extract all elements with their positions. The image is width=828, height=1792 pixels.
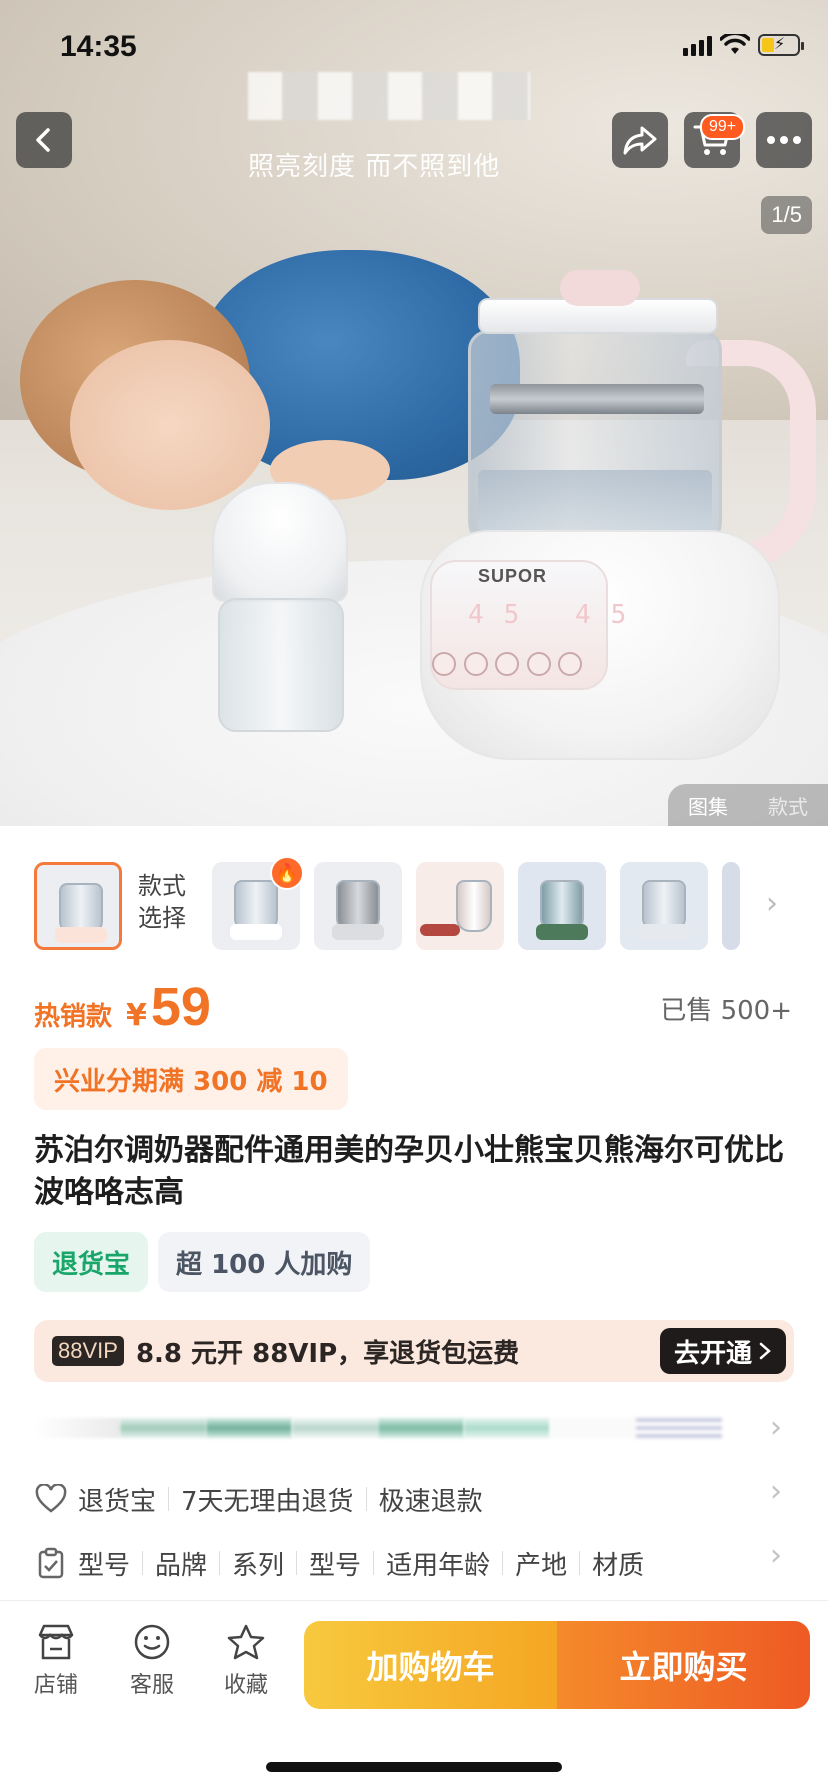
currency-symbol: ¥ <box>126 998 147 1033</box>
image-page-counter: 1/5 <box>761 196 812 234</box>
hero-subtitle: 照亮刻度 而不照到他 <box>248 152 501 182</box>
param-origin: 产地 <box>515 1550 568 1581</box>
purchase-buttons: 加购物车 立即购买 <box>304 1621 810 1709</box>
kettle-lid-knob <box>560 270 640 306</box>
blurred-info-row[interactable] <box>34 1410 724 1446</box>
service-item-return-guarantee: 退货宝 <box>78 1486 157 1517</box>
more-button[interactable] <box>756 112 812 168</box>
battery-icon: ⚡ <box>758 34 804 56</box>
wifi-icon <box>720 34 750 54</box>
service-row[interactable]: 退货宝 7天无理由退货 极速退款 <box>34 1474 794 1524</box>
panel-buttons <box>432 652 582 682</box>
chevron-right-icon[interactable]: › <box>770 1538 782 1573</box>
style-thumb-5[interactable] <box>518 862 606 950</box>
chevron-right-icon[interactable]: › <box>770 1474 782 1509</box>
product-title: 苏泊尔调奶器配件通用美的孕贝小壮熊宝贝熊海尔可优比波咯咯志高 <box>34 1133 784 1210</box>
param-material: 材质 <box>592 1550 645 1581</box>
home-indicator <box>266 1762 562 1772</box>
chevron-left-icon <box>36 128 50 152</box>
param-age: 适用年龄 <box>386 1550 491 1581</box>
sold-count: 已售 500+ <box>660 996 792 1026</box>
panel-display: 45 45 <box>468 600 647 630</box>
hot-flame-icon: 🔥 <box>270 856 304 890</box>
style-thumb-4[interactable] <box>416 862 504 950</box>
chevron-right-icon[interactable]: › <box>770 1410 782 1445</box>
customer-service-button[interactable]: 客服 <box>112 1623 192 1699</box>
signal-icon <box>683 34 712 56</box>
heart-icon <box>34 1482 68 1516</box>
chat-face-icon <box>134 1624 170 1660</box>
chevron-right-icon[interactable]: › <box>766 886 778 921</box>
bottle-cap <box>212 482 348 602</box>
param-brand: 品牌 <box>155 1550 208 1581</box>
vip-banner[interactable]: 88VIP 8.8 元开 88VIP，享退货包运费 去开通 <box>34 1320 794 1382</box>
back-button[interactable] <box>16 112 72 168</box>
product-tags: 退货宝 超 100 人加购 <box>34 1232 371 1292</box>
baby-face <box>70 340 270 510</box>
style-thumb-1[interactable] <box>34 862 122 950</box>
param-model-2: 型号 <box>309 1550 362 1581</box>
param-model: 型号 <box>78 1550 131 1581</box>
style-selector: 款式 选择 🔥 › <box>0 850 828 950</box>
return-guarantee-tag: 退货宝 <box>34 1232 149 1292</box>
service-item-fast-refund: 极速退款 <box>378 1486 483 1517</box>
status-time: 14:35 <box>60 30 137 63</box>
bottle-body <box>218 598 344 732</box>
brand-logo: SUPOR <box>478 566 548 586</box>
cart-badge: 99+ <box>700 114 746 140</box>
vip-activate-button[interactable]: 去开通 <box>659 1328 786 1374</box>
installment-promo[interactable]: 兴业分期满 300 减 10 <box>34 1048 348 1110</box>
style-thumb-3[interactable] <box>314 862 402 950</box>
tab-styles[interactable]: 款式 <box>768 791 808 820</box>
params-row[interactable]: 型号 品牌 系列 型号 适用年龄 产地 材质 <box>34 1538 794 1588</box>
store-icon <box>38 1624 74 1660</box>
param-series: 系列 <box>232 1550 285 1581</box>
buy-now-button[interactable]: 立即购买 <box>557 1621 810 1709</box>
view-tabs: 图集 款式 <box>668 784 828 826</box>
chevron-right-icon <box>759 1342 771 1360</box>
clipboard-icon <box>34 1546 68 1580</box>
style-thumb-7[interactable] <box>722 862 740 950</box>
favorite-button[interactable]: 收藏 <box>206 1623 286 1699</box>
status-icons: ⚡ <box>683 34 804 56</box>
vip-badge: 88VIP <box>52 1336 124 1366</box>
vip-text: 8.8 元开 88VIP，享退货包运费 <box>135 1338 520 1369</box>
price-value: 59 <box>150 977 211 1037</box>
store-button[interactable]: 店铺 <box>16 1623 96 1699</box>
share-icon <box>623 126 657 155</box>
share-button[interactable] <box>612 112 668 168</box>
tab-gallery[interactable]: 图集 <box>688 791 728 820</box>
more-icon <box>767 136 801 144</box>
style-select-label[interactable]: 款式 选择 <box>138 870 186 934</box>
blurred-title <box>248 72 530 120</box>
cart-count-tag: 超 100 人加购 <box>158 1232 371 1292</box>
hot-sale-tag: 热销款 <box>34 1002 113 1032</box>
add-to-cart-button[interactable]: 加购物车 <box>304 1621 557 1709</box>
kettle-ring <box>490 384 704 414</box>
service-item-7day-return: 7天无理由退货 <box>181 1486 354 1517</box>
star-icon <box>227 1624 265 1660</box>
style-thumb-6[interactable] <box>620 862 708 950</box>
